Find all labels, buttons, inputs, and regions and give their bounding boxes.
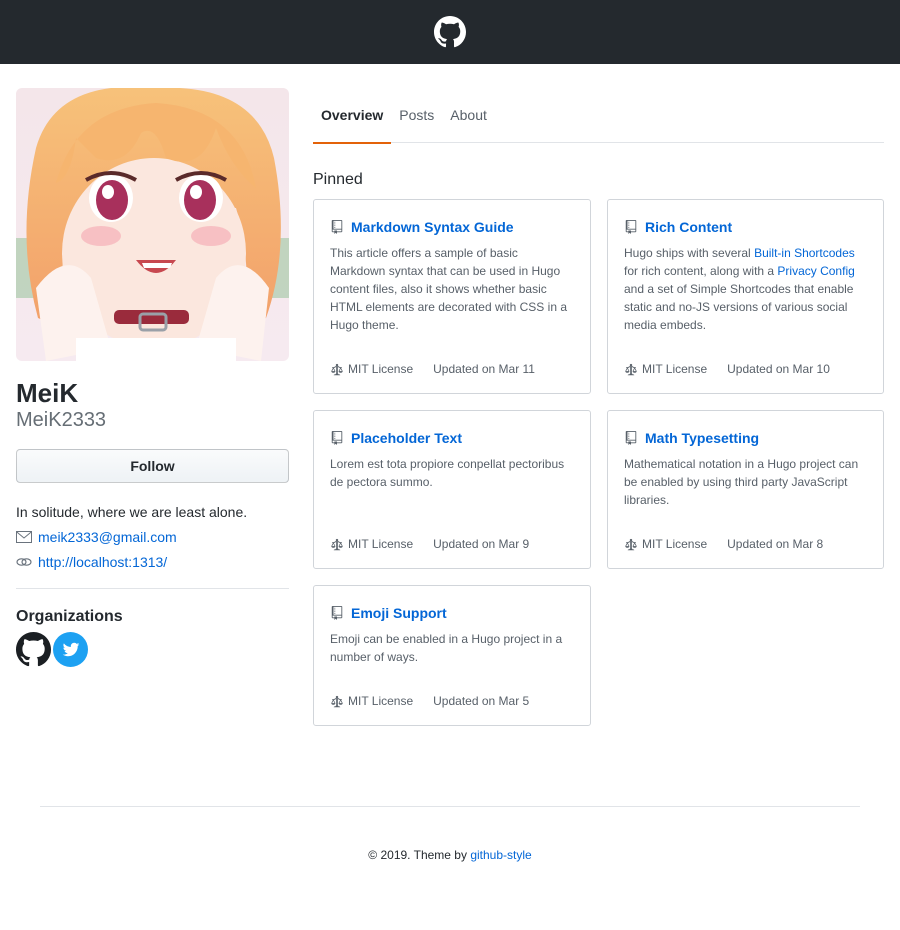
- pinned-card: Math Typesetting Mathematical notation i…: [607, 410, 884, 569]
- tab-about[interactable]: About: [442, 88, 495, 143]
- pinned-card: Markdown Syntax Guide This article offer…: [313, 199, 591, 394]
- follow-button[interactable]: Follow: [16, 449, 289, 483]
- card-description-text: for rich content, along with a: [624, 264, 778, 278]
- github-mark-icon[interactable]: [434, 16, 466, 48]
- card-updated: Updated on Mar 8: [727, 537, 824, 551]
- profile-name: MeiK: [16, 378, 79, 408]
- profile-avatar: [16, 88, 289, 361]
- pinned-card: Emoji Support Emoji can be enabled in a …: [313, 585, 591, 726]
- card-updated: Updated on Mar 5: [433, 694, 530, 708]
- card-title-link[interactable]: Math Typesetting: [645, 430, 759, 446]
- twitter-icon[interactable]: [53, 632, 88, 667]
- card-title-link[interactable]: Markdown Syntax Guide: [351, 219, 514, 235]
- profile-tabs: Overview Posts About: [313, 88, 884, 144]
- card-title-link[interactable]: Placeholder Text: [351, 430, 462, 446]
- repo-icon: [331, 220, 343, 234]
- card-description: This article offers a sample of basic Ma…: [330, 246, 567, 332]
- link-icon: [16, 558, 32, 566]
- card-updated: Updated on Mar 10: [727, 362, 830, 376]
- law-icon: [331, 363, 343, 375]
- pinned-title: Pinned: [313, 171, 363, 188]
- organizations-list: [16, 632, 289, 667]
- repo-icon: [331, 431, 343, 445]
- card-description: Emoji can be enabled in a Hugo project i…: [330, 632, 563, 664]
- card-updated: Updated on Mar 11: [433, 362, 535, 376]
- repo-icon: [625, 220, 637, 234]
- tab-posts[interactable]: Posts: [391, 88, 442, 143]
- website-row: http://localhost:1313/: [16, 552, 289, 572]
- card-description: Lorem est tota propiore conpellat pector…: [330, 457, 565, 489]
- tab-overview[interactable]: Overview: [313, 88, 392, 144]
- email-link[interactable]: meik2333@gmail.com: [38, 529, 177, 545]
- card-license: MIT License: [348, 362, 414, 376]
- pinned-grid: Markdown Syntax Guide This article offer…: [313, 199, 884, 726]
- main-content: Overview Posts About Pinned Markdown Syn…: [313, 88, 884, 726]
- mail-icon: [16, 531, 32, 543]
- repo-icon: [625, 431, 637, 445]
- profile-username: MeiK2333: [16, 409, 107, 431]
- profile-sidebar: MeiK MeiK2333 Follow In solitude, where …: [16, 88, 289, 667]
- theme-link[interactable]: github-style: [470, 848, 531, 862]
- card-description-text: and a set of Simple Shortcodes that enab…: [624, 282, 854, 332]
- card-license: MIT License: [348, 694, 414, 708]
- website-link[interactable]: http://localhost:1313/: [38, 554, 167, 570]
- card-description: Mathematical notation in a Hugo project …: [624, 457, 859, 507]
- github-icon[interactable]: [16, 632, 51, 667]
- card-updated: Updated on Mar 9: [433, 537, 530, 551]
- footer: © 2019. Theme by github-style: [0, 848, 900, 862]
- law-icon: [331, 538, 343, 550]
- card-description-text: Hugo ships with several: [624, 246, 755, 260]
- law-icon: [625, 363, 637, 375]
- repo-icon: [331, 606, 343, 620]
- card-license: MIT License: [348, 537, 414, 551]
- pinned-card: Rich Content Hugo ships with several Bui…: [607, 199, 884, 394]
- profile-bio: In solitude, where we are least alone.: [16, 504, 248, 520]
- top-navbar: [0, 0, 900, 64]
- organizations-title: Organizations: [16, 608, 123, 625]
- card-license: MIT License: [642, 537, 708, 551]
- email-row: meik2333@gmail.com: [16, 527, 289, 547]
- card-title-link[interactable]: Emoji Support: [351, 605, 447, 621]
- pinned-card: Placeholder Text Lorem est tota propiore…: [313, 410, 591, 569]
- law-icon: [331, 695, 343, 707]
- footer-divider: [40, 806, 860, 807]
- card-description: Hugo ships with several Built-in Shortco…: [624, 244, 867, 334]
- footer-copyright: © 2019. Theme by: [368, 848, 471, 862]
- card-title-link[interactable]: Rich Content: [645, 219, 732, 235]
- law-icon: [625, 538, 637, 550]
- divider: [16, 588, 289, 589]
- card-license: MIT License: [642, 362, 708, 376]
- builtin-shortcodes-link[interactable]: Built-in Shortcodes: [754, 246, 855, 260]
- privacy-config-link[interactable]: Privacy Config: [777, 264, 854, 278]
